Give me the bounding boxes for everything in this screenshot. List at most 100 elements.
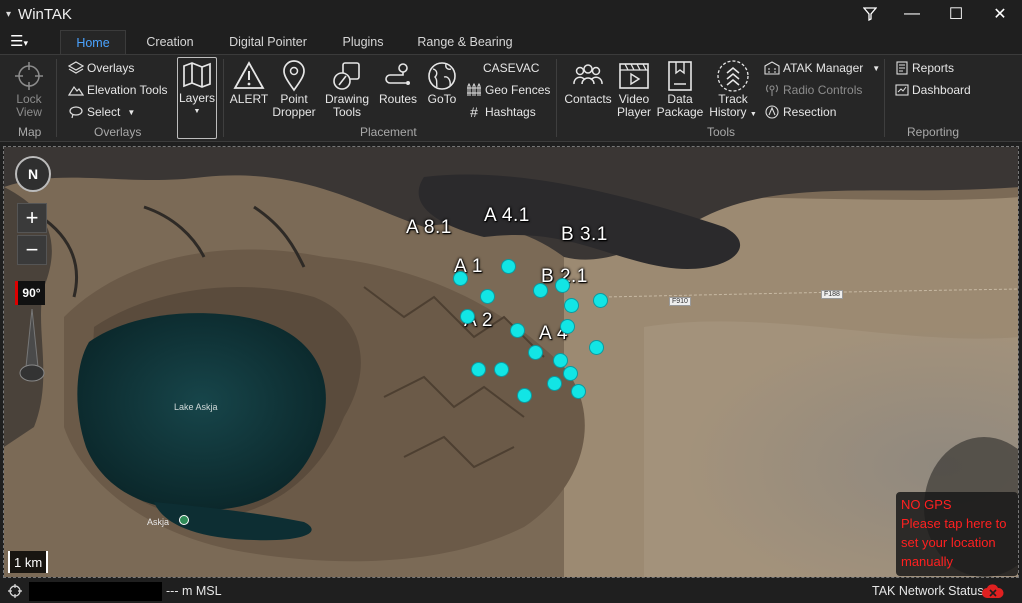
atak-manager-button[interactable]: ATAK Manager ▼ <box>764 59 880 77</box>
app-menu-icon[interactable]: ▾ <box>6 9 11 20</box>
data-package-button[interactable]: Data Package <box>657 59 703 119</box>
no-gps-title: NO GPS <box>901 497 952 512</box>
video-player-button[interactable]: Video Player <box>614 59 654 119</box>
location-crosshair-icon[interactable] <box>8 584 22 601</box>
map-marker[interactable] <box>560 319 575 334</box>
select-label: Select <box>87 105 121 119</box>
app-title: WinTAK <box>18 5 72 23</box>
overlays-button[interactable]: Overlays <box>68 59 134 77</box>
alert-label: ALERT <box>229 92 269 106</box>
drawing-tools-label: Drawing Tools <box>324 92 369 119</box>
tilt-slider[interactable] <box>18 307 46 385</box>
track-history-button[interactable]: Track History ▼ <box>708 59 758 121</box>
map-unit-label[interactable]: B 3.1 <box>561 224 608 246</box>
warning-triangle-icon <box>233 59 265 93</box>
road-tag: F188 <box>821 290 843 299</box>
ribbon: Lock View Map Overlays Elevation Tools S… <box>0 54 1022 142</box>
mountain-icon <box>68 85 84 96</box>
hashtag-icon: # <box>470 104 478 120</box>
ribbon-tab-bar: ☰▾ Home Creation Digital Pointer Plugins… <box>0 28 1022 54</box>
fence-icon <box>467 83 481 96</box>
routes-button[interactable]: Routes <box>377 59 419 106</box>
point-dropper-button[interactable]: Point Dropper <box>271 59 317 119</box>
tab-home[interactable]: Home <box>60 30 126 54</box>
map-marker[interactable] <box>547 376 562 391</box>
map-unit-label[interactable]: A 8.1 <box>406 217 452 239</box>
people-group-icon <box>571 59 605 93</box>
zoom-out-button[interactable]: − <box>17 235 47 265</box>
contacts-button[interactable]: Contacts <box>562 59 614 106</box>
group-label-tools: Tools <box>707 125 736 139</box>
lake-name-label: Lake Askja <box>174 402 218 412</box>
video-play-icon <box>618 59 650 93</box>
map-marker[interactable] <box>510 323 525 338</box>
lock-view-button[interactable]: Lock View <box>10 59 48 119</box>
title-bar: ▾ WinTAK — ☐ ✕ <box>0 0 1022 28</box>
map-marker[interactable] <box>460 309 475 324</box>
alert-button[interactable]: ALERT <box>229 59 269 106</box>
map-marker[interactable] <box>494 362 509 377</box>
tab-creation[interactable]: Creation <box>136 30 204 54</box>
minimize-button[interactable]: — <box>890 0 934 28</box>
map-marker[interactable] <box>480 289 495 304</box>
tak-network-status[interactable]: TAK Network Status <box>872 584 984 598</box>
group-label-overlays: Overlays <box>94 125 142 139</box>
map-marker[interactable] <box>564 298 579 313</box>
map-marker[interactable] <box>589 340 604 355</box>
hashtags-button[interactable]: # Hashtags <box>466 103 536 121</box>
map-view[interactable]: Lake Askja Askja F910 F188 A 8.1 A 4.1 B… <box>3 146 1019 578</box>
compass-north-button[interactable]: N <box>15 156 51 192</box>
maximize-button[interactable]: ☐ <box>934 0 978 28</box>
map-marker[interactable] <box>528 345 543 360</box>
chevron-down-icon: ▼ <box>749 111 757 118</box>
filter-icon[interactable] <box>850 0 890 28</box>
reports-label: Reports <box>912 61 955 75</box>
crosshair-icon <box>13 59 45 93</box>
goto-button[interactable]: GoTo <box>422 59 462 106</box>
group-separator <box>884 59 885 137</box>
no-gps-message: Please tap here to set your location man… <box>901 516 1007 569</box>
group-label-placement: Placement <box>360 125 417 139</box>
tab-plugins[interactable]: Plugins <box>332 30 394 54</box>
coordinate-readout <box>29 582 162 601</box>
map-marker[interactable] <box>453 271 468 286</box>
hamburger-menu-icon[interactable]: ☰▾ <box>10 32 28 50</box>
dashboard-button[interactable]: Dashboard <box>895 81 971 99</box>
map-marker[interactable] <box>471 362 486 377</box>
elevation-tools-button[interactable]: Elevation Tools <box>68 81 168 99</box>
tab-range-bearing[interactable]: Range & Bearing <box>408 30 522 54</box>
park-marker-icon[interactable] <box>179 515 189 525</box>
map-scale-bar: 1 km <box>8 551 49 573</box>
map-unit-label[interactable]: A 4.1 <box>484 205 530 227</box>
reports-button[interactable]: Reports <box>895 59 954 77</box>
tab-digital-pointer[interactable]: Digital Pointer <box>218 30 318 54</box>
map-marker[interactable] <box>553 353 568 368</box>
resection-button[interactable]: Resection <box>764 103 836 121</box>
close-button[interactable]: ✕ <box>978 0 1022 28</box>
map-marker[interactable] <box>501 259 516 274</box>
drawing-shapes-icon <box>331 59 363 93</box>
map-marker[interactable] <box>517 388 532 403</box>
radio-antenna-icon <box>766 84 778 96</box>
geo-fences-button[interactable]: Geo Fences <box>466 81 550 99</box>
map-marker[interactable] <box>533 283 548 298</box>
network-disconnected-icon[interactable] <box>982 584 1004 603</box>
select-button[interactable]: Select ▼ <box>68 103 135 121</box>
group-label-map: Map <box>18 125 42 139</box>
chevron-down-icon: ▼ <box>193 108 201 115</box>
no-gps-warning[interactable]: NO GPS Please tap here to set your locat… <box>896 492 1018 576</box>
map-marker[interactable] <box>593 293 608 308</box>
map-marker[interactable] <box>555 278 570 293</box>
map-marker[interactable] <box>571 384 586 399</box>
road-tag: F910 <box>669 297 691 306</box>
casevac-button[interactable]: CASEVAC <box>483 59 539 77</box>
radio-controls-button[interactable]: Radio Controls <box>764 81 862 99</box>
goto-label: GoTo <box>427 92 457 106</box>
layers-button[interactable]: Layers ▼ <box>177 57 217 139</box>
zoom-in-button[interactable]: + <box>17 203 47 233</box>
geo-fences-label: Geo Fences <box>485 83 551 97</box>
drawing-tools-button[interactable]: Drawing Tools <box>322 59 372 119</box>
map-marker[interactable] <box>563 366 578 381</box>
globe-icon <box>426 59 458 93</box>
building-icon <box>764 61 780 75</box>
